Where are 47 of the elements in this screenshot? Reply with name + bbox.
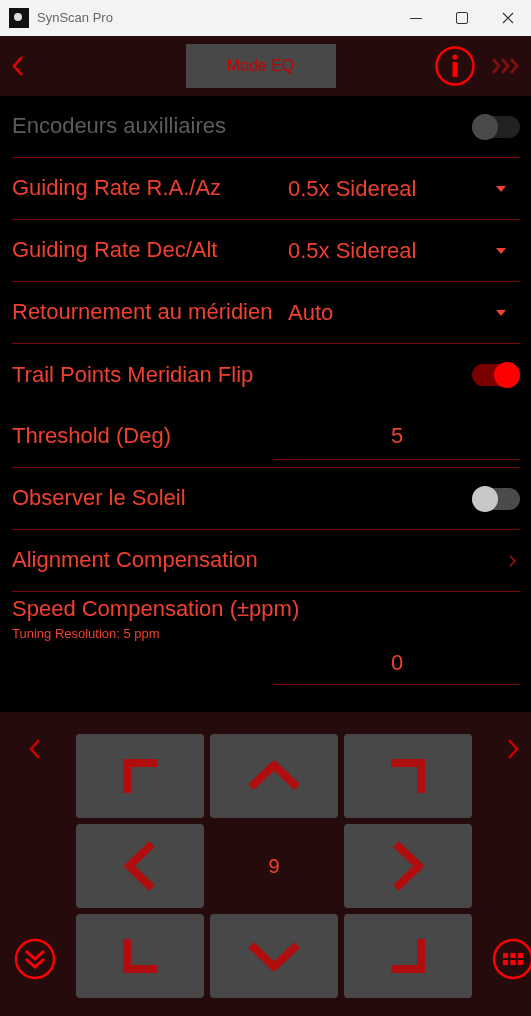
setting-label: Guiding Rate R.A./Az (12, 175, 222, 201)
setting-label: Retournement au méridien (12, 299, 273, 325)
direction-button[interactable] (76, 824, 204, 908)
dropdown[interactable]: 0.5x Sidereal (274, 234, 520, 267)
app-icon (9, 8, 29, 28)
setting-label: Encodeurs auxilliaires (12, 113, 226, 139)
corner-icon (391, 939, 425, 973)
minimize-icon (410, 17, 422, 19)
setting-label: Guiding Rate Dec/Alt (12, 237, 218, 263)
corner-icon (123, 939, 157, 973)
corner-icon (391, 759, 425, 793)
toggle-switch[interactable] (472, 364, 520, 386)
direction-button[interactable] (344, 824, 472, 908)
setting-label: Speed Compensation (±ppm) (12, 596, 300, 621)
caret-icon (496, 185, 506, 192)
keypad-button[interactable] (492, 938, 531, 980)
number-field[interactable]: 0 (274, 643, 520, 685)
next-button[interactable] (506, 738, 520, 760)
setting-label: Observer le Soleil (12, 485, 186, 511)
back-button[interactable] (10, 54, 26, 78)
direction-button[interactable] (210, 914, 338, 998)
collapse-button[interactable] (14, 938, 56, 980)
maximize-icon (456, 12, 468, 24)
info-button[interactable] (435, 46, 475, 86)
forward-button[interactable] (491, 56, 521, 76)
chevron-icon (509, 554, 516, 567)
toggle-switch[interactable] (472, 487, 520, 510)
corner-icon (123, 759, 157, 793)
direction-button[interactable] (76, 734, 204, 818)
direction-button[interactable] (344, 914, 472, 998)
setting-label: Threshold (Deg) (12, 423, 171, 449)
dropdown[interactable]: 0.5x Sidereal (274, 172, 520, 205)
number-field[interactable]: 5 (274, 413, 520, 460)
caret-icon (496, 309, 506, 316)
direction-button[interactable] (344, 734, 472, 818)
setting-label: Alignment Compensation (12, 547, 258, 573)
setting-label: Trail Points Meridian Flip (12, 361, 254, 387)
setting-link[interactable]: Alignment Compensation (12, 530, 520, 592)
window-title: SynScan Pro (37, 9, 113, 28)
caret-icon (496, 247, 506, 254)
direction-button[interactable] (76, 914, 204, 998)
direction-button[interactable] (210, 734, 338, 818)
hint-text: Tuning Resolution: 5 ppm (12, 624, 161, 643)
speed-rate: 9 (268, 854, 280, 879)
previous-button[interactable] (28, 738, 42, 760)
dropdown[interactable]: Auto (274, 296, 520, 329)
close-icon (502, 12, 514, 24)
